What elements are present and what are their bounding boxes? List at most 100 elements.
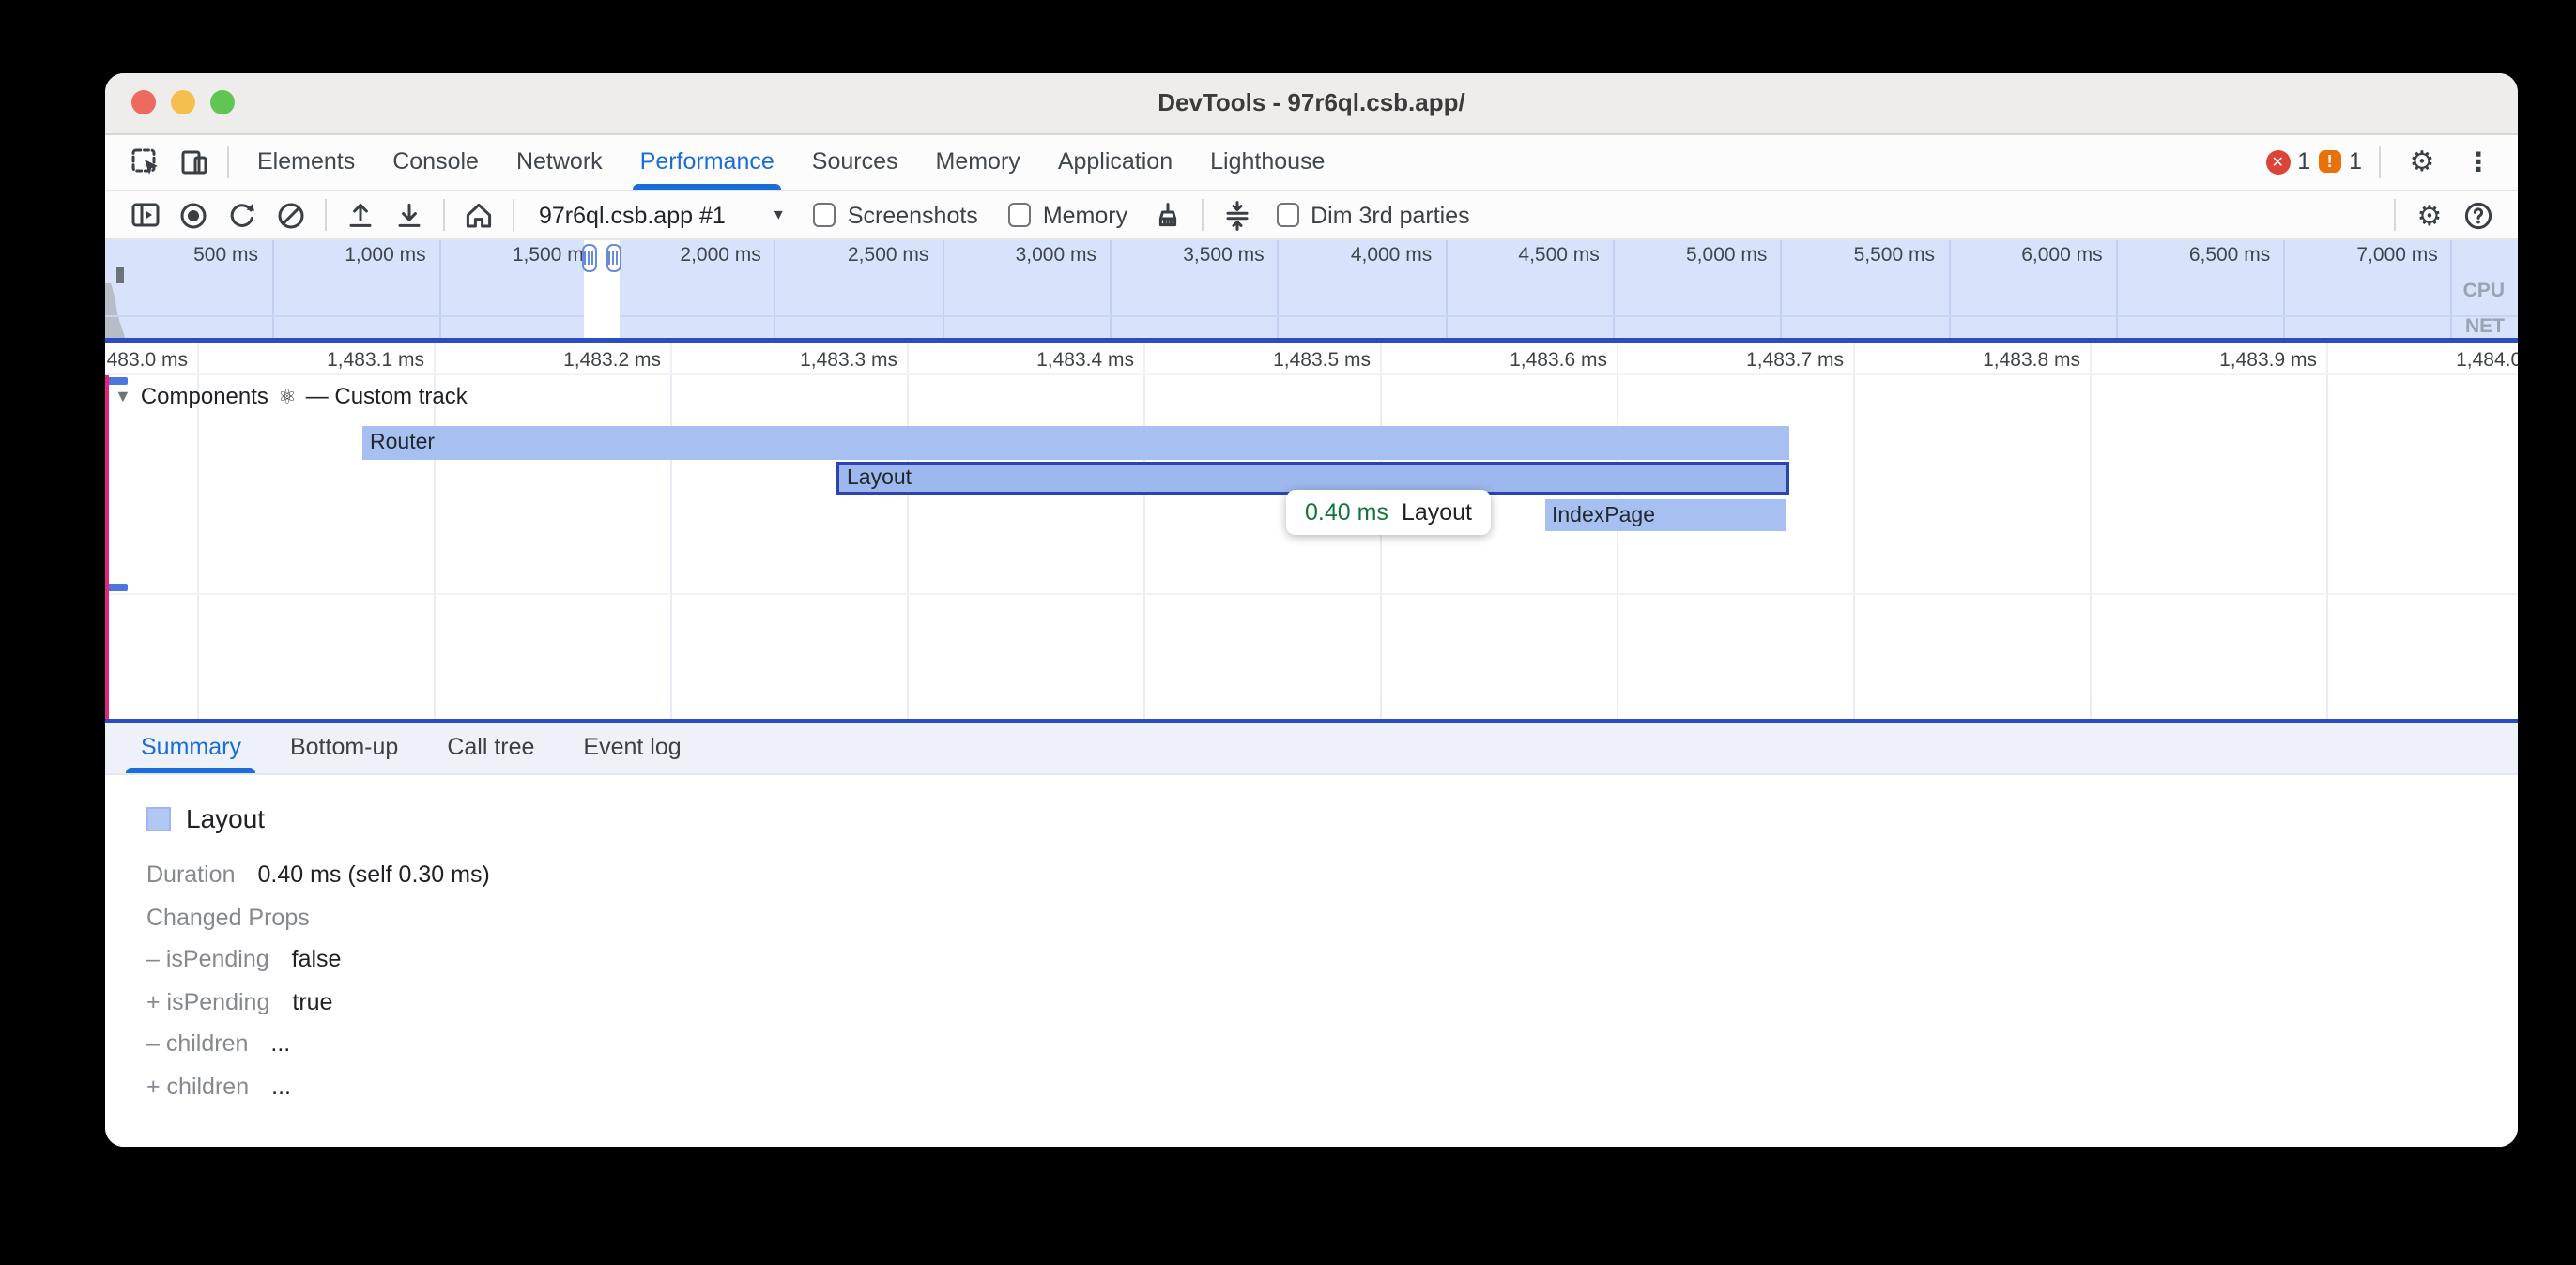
ruler-gridline [1380,343,1382,373]
flame-gridline [2090,375,2092,719]
summary-row-label: + isPending [146,989,269,1015]
summary-row-label: – children [146,1031,248,1058]
cpu-net-separator [105,314,2518,316]
overview-tick-label: 1,000 ms [345,244,425,267]
ruler-gridline [434,343,436,373]
checkbox-icon [1276,204,1299,227]
tab-console[interactable]: Console [374,134,498,190]
record-icon[interactable] [169,192,218,237]
track-header[interactable]: ▼ Components ⚛ — Custom track [115,383,468,409]
overview-tick-label: 6,000 ms [2021,244,2102,267]
toggle-sidebar-icon[interactable] [120,192,169,237]
tab-lighthouse[interactable]: Lighthouse [1191,134,1343,190]
flame-bar-indexpage[interactable]: IndexPage [1544,498,1785,530]
issues-badge[interactable]: ! 1 [2318,149,2362,175]
track-suffix: — Custom track [306,383,468,409]
ruler-tick-label: 1,483.7 ms [1746,348,1844,371]
summary-row-label: Changed Props [146,905,310,931]
ruler-tick-label: 1,483.2 ms [563,348,661,371]
tab-sources[interactable]: Sources [793,134,917,190]
screenshots-checkbox[interactable]: Screenshots [813,202,978,228]
tab-elements[interactable]: Elements [238,134,374,190]
reload-record-icon[interactable] [218,192,267,237]
overview-gridline [1780,240,1782,343]
device-toolbar-icon[interactable] [169,140,218,185]
flame-tooltip: 0.40 ms Layout [1286,490,1491,535]
overview-tick-label: 2,000 ms [680,244,760,267]
memory-checkbox[interactable]: Memory [1008,202,1127,228]
tab-summary[interactable]: Summary [116,722,266,773]
error-count: 1 [2297,149,2310,175]
tab-bottom-up[interactable]: Bottom-up [266,722,422,773]
overview-gridline [2116,240,2118,343]
tab-network[interactable]: Network [498,134,621,190]
summary-header: Layout [146,803,2518,833]
summary-row-value: true [292,989,332,1015]
summary-row: + isPending true [146,981,2518,1023]
garbage-collect-icon[interactable] [1142,192,1191,237]
summary-row: Duration0.40 ms (self 0.30 ms) [146,854,2518,896]
overview-gridline [271,240,273,343]
tab-memory[interactable]: Memory [917,134,1039,190]
event-color-swatch [146,806,171,831]
collapse-triangle-icon[interactable]: ▼ [115,387,131,405]
summary-title: Layout [186,803,265,833]
help-icon[interactable] [2454,192,2503,237]
overview-gridline [1110,240,1112,343]
target-selector-dropdown[interactable]: 97r6ql.csb.app #1 ▾ [524,202,798,228]
ruler-tick-label: 1,483.6 ms [1510,348,1607,371]
ruler-tick-label: 1,483.4 ms [1036,348,1134,371]
flame-bar-router[interactable]: Router [362,426,1789,460]
tab-performance[interactable]: Performance [621,134,793,190]
network-request-chip[interactable] [106,584,127,590]
target-selector-label: 97r6ql.csb.app #1 [539,202,726,228]
collapse-sections-icon[interactable] [1212,192,1261,237]
kebab-menu-icon[interactable]: ⋮ [2454,140,2503,185]
settings-gear-icon[interactable]: ⚙ [2398,140,2446,185]
ruler-gridline [2326,343,2328,373]
track-name: Components [141,383,268,409]
timeline-overview[interactable]: CPU NET 500 ms1,000 ms1,500 ms2,000 ms2,… [105,240,2518,343]
detail-time-ruler[interactable]: 1,483.0 ms1,483.1 ms1,483.2 ms1,483.3 ms… [105,343,2518,375]
flame-chart-area[interactable]: ▼ Components ⚛ — Custom track Router Lay… [105,375,2518,719]
summary-row: Changed Props [146,896,2518,938]
overview-tick-label: 3,500 ms [1183,244,1264,267]
download-profile-icon[interactable] [385,192,434,237]
cpu-activity-block [115,267,123,283]
ruler-tick-label: 1,483.8 ms [1983,348,2080,371]
divider [325,199,327,231]
ruler-gridline [1143,343,1145,373]
tab-event-log[interactable]: Event log [559,722,705,773]
overview-gridline [1445,240,1447,343]
summary-row-label: – isPending [146,947,269,973]
home-icon[interactable] [454,192,503,237]
timeline-marker-line [105,375,109,719]
selection-right-handle[interactable] [606,244,621,271]
clear-icon[interactable] [267,192,315,237]
ruler-tick-label: 1,484.0 ms [2456,348,2518,371]
divider [1201,199,1203,231]
window-title: DevTools - 97r6ql.csb.app/ [105,89,2518,117]
summary-pane: Layout Duration0.40 ms (self 0.30 ms) Cha… [105,775,2518,1147]
tab-call-tree[interactable]: Call tree [422,722,559,773]
selection-left-handle[interactable] [581,244,596,271]
ruler-tick-label: 1,483.9 ms [2219,348,2317,371]
divider [2379,146,2381,178]
overview-gridline [2451,240,2453,343]
inspect-element-icon[interactable] [120,140,169,185]
overview-selection-window[interactable] [583,240,619,338]
overview-gridline [439,240,441,343]
tab-application[interactable]: Application [1039,134,1191,190]
summary-row-value: false [292,947,342,973]
dim-3rd-parties-checkbox[interactable]: Dim 3rd parties [1276,202,1470,228]
upload-profile-icon[interactable] [336,192,385,237]
overview-tick-label: 4,000 ms [1351,244,1432,267]
overview-gridline [1278,240,1280,343]
error-badge[interactable]: ✕ 1 [2265,149,2310,175]
overview-tick-label: 5,500 ms [1854,244,1935,267]
checkbox-icon [1008,204,1032,227]
overview-tick-label: 3,000 ms [1016,244,1096,267]
overview-gridline [774,240,776,343]
capture-settings-gear-icon[interactable]: ⚙ [2405,192,2454,237]
summary-row-value: 0.40 ms (self 0.30 ms) [258,862,490,889]
